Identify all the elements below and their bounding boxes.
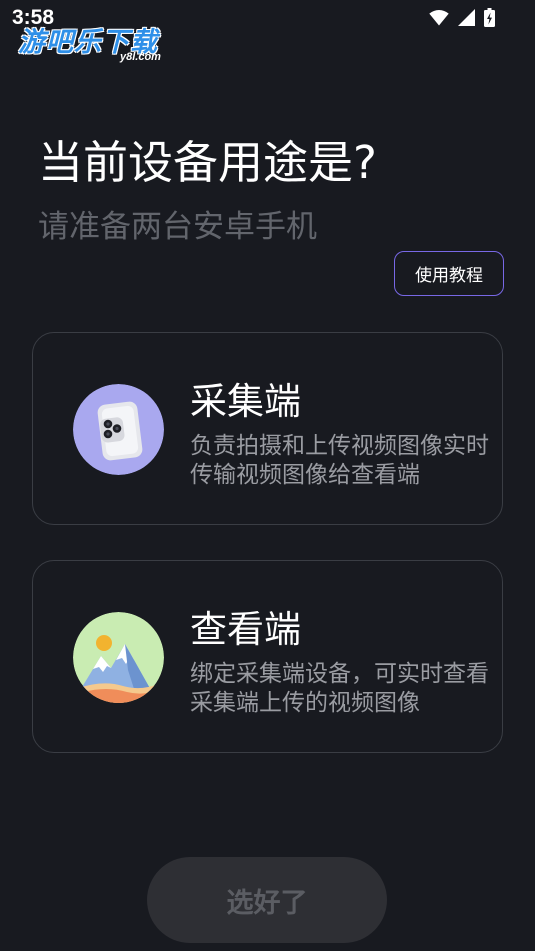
tutorial-button-label: 使用教程 <box>415 266 483 286</box>
option-desc-capture: 负责拍摄和上传视频图像实时 传输视频图像给查看端 <box>190 432 489 490</box>
option-desc-line: 负责拍摄和上传视频图像实时 <box>190 433 489 459</box>
option-title-capture: 采集端 <box>190 380 301 423</box>
battery-charging-icon <box>484 8 495 27</box>
status-icons <box>429 8 495 27</box>
signal-icon <box>458 9 475 26</box>
page-subtitle: 请准备两台安卓手机 <box>38 209 317 245</box>
confirm-button[interactable]: 选好了 <box>147 857 387 943</box>
option-card-viewer[interactable]: 查看端 绑定采集端设备，可实时查看 采集端上传的视频图像 <box>32 560 503 753</box>
option-desc-line: 采集端上传的视频图像 <box>190 690 420 716</box>
option-desc-line: 传输视频图像给查看端 <box>190 462 420 488</box>
page-title: 当前设备用途是? <box>38 136 377 189</box>
confirm-button-label: 选好了 <box>226 887 308 919</box>
wifi-icon <box>429 9 449 26</box>
device-role-screen: 3:58 游吧乐下载 y8l.com 当前设备用途是? 请准备两台安卓手机 使用… <box>0 0 535 951</box>
phone-camera-icon <box>73 384 164 475</box>
watermark-logo: 游吧乐下载 y8l.com <box>18 20 188 70</box>
option-card-capture[interactable]: 采集端 负责拍摄和上传视频图像实时 传输视频图像给查看端 <box>32 332 503 525</box>
tutorial-button[interactable]: 使用教程 <box>394 251 504 296</box>
watermark-domain: y8l.com <box>120 51 161 63</box>
option-desc-line: 绑定采集端设备，可实时查看 <box>190 661 489 687</box>
mountain-landscape-icon <box>73 612 164 703</box>
option-desc-viewer: 绑定采集端设备，可实时查看 采集端上传的视频图像 <box>190 660 489 718</box>
option-title-viewer: 查看端 <box>190 608 301 651</box>
